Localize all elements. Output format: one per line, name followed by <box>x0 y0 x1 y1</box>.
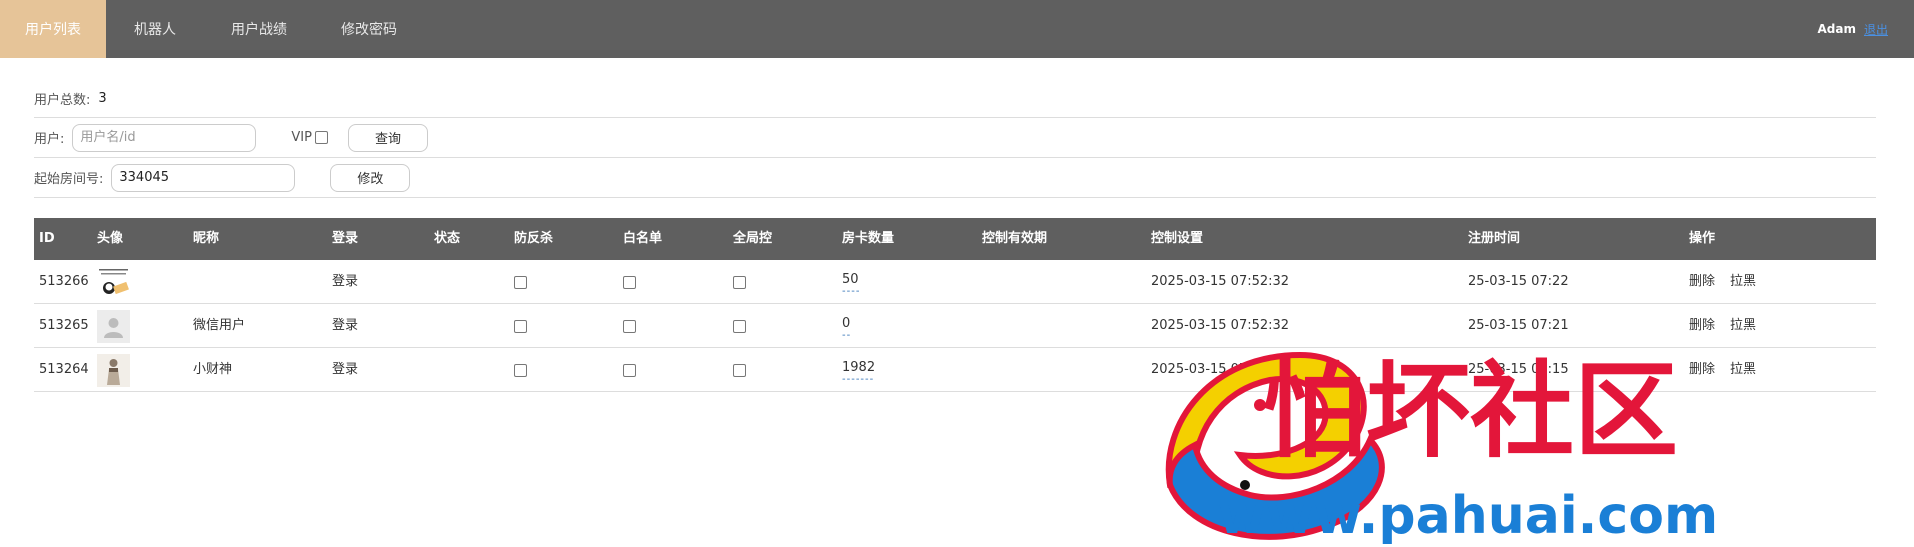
user-table: ID 头像 昵称 登录 状态 防反杀 白名单 全局控 房卡数量 控制有效期 控制… <box>34 218 1876 392</box>
default-user-icon <box>97 310 130 343</box>
avatar <box>97 266 130 299</box>
whitelist-checkbox-cell <box>623 348 636 392</box>
anti-kill-checkbox[interactable] <box>514 275 527 289</box>
avatar <box>97 354 130 387</box>
avatar <box>97 310 130 343</box>
cell-register-time: 25-03-15 07:22 <box>1468 274 1569 289</box>
cell-control-setting: 2025-03-15 07:52:32 <box>1151 362 1290 377</box>
cell-register-time: 25-03-15 07:15 <box>1468 362 1569 377</box>
user-total-value: 3 <box>98 91 107 106</box>
cell-nickname: 微信用户 <box>193 318 246 333</box>
login-link[interactable]: 登录 <box>332 304 358 348</box>
cell-nickname: 小财神 <box>193 362 233 377</box>
room-cards-cell[interactable]: 1982 ------- <box>842 348 875 392</box>
block-link[interactable]: 拉黑 <box>1730 348 1756 392</box>
login-link[interactable]: 登录 <box>332 348 358 392</box>
room-row: 起始房间号: 修改 <box>34 158 1876 198</box>
current-user-name: Adam <box>1817 22 1856 36</box>
table-row: 513266 登录 50 ---- 2025-03-15 07:52:32 25… <box>34 260 1876 304</box>
modify-button[interactable]: 修改 <box>330 163 411 192</box>
col-whitelist: 白名单 <box>623 231 663 246</box>
room-cards-underline: ---- <box>842 286 861 297</box>
query-button[interactable]: 查询 <box>347 123 428 152</box>
whitelist-checkbox[interactable] <box>623 319 636 333</box>
search-row: 用户: VIP 查询 <box>34 118 1876 158</box>
nav-tab-robot[interactable]: 机器人 <box>106 0 204 58</box>
cell-control-setting: 2025-03-15 07:52:32 <box>1151 274 1290 289</box>
global-control-checkbox-cell <box>733 260 746 304</box>
table-row: 513264 小财神 登录 1982 ------- 2025-03-15 07… <box>34 348 1876 392</box>
room-cards-cell[interactable]: 0 -- <box>842 304 851 348</box>
delete-link[interactable]: 删除 <box>1689 304 1715 348</box>
col-control-setting: 控制设置 <box>1151 231 1204 246</box>
anti-kill-checkbox-cell <box>514 304 527 348</box>
block-link[interactable]: 拉黑 <box>1730 304 1756 348</box>
col-avatar: 头像 <box>97 231 124 246</box>
col-anti-kill: 防反杀 <box>514 231 554 246</box>
nav-tab-user-list[interactable]: 用户列表 <box>0 0 106 58</box>
delete-link[interactable]: 删除 <box>1689 260 1715 304</box>
anti-kill-checkbox-cell <box>514 348 527 392</box>
start-room-label: 起始房间号: <box>34 172 104 187</box>
user-total-row: 用户总数: 3 <box>34 80 1876 118</box>
watermark-url: www.pahuai.com <box>1218 486 1718 546</box>
cell-register-time: 25-03-15 07:21 <box>1468 318 1569 333</box>
col-actions: 操作 <box>1689 231 1716 246</box>
anti-kill-checkbox-cell <box>514 260 527 304</box>
global-control-checkbox[interactable] <box>733 275 746 289</box>
login-link[interactable]: 登录 <box>332 260 358 304</box>
col-nickname: 昵称 <box>193 231 220 246</box>
filter-panel: 用户总数: 3 用户: VIP 查询 起始房间号: 修改 <box>34 80 1876 198</box>
vip-checkbox[interactable] <box>314 131 328 144</box>
table-header: ID 头像 昵称 登录 状态 防反杀 白名单 全局控 房卡数量 控制有效期 控制… <box>34 218 1876 260</box>
start-room-input[interactable] <box>111 163 296 192</box>
col-status: 状态 <box>434 231 461 246</box>
global-control-checkbox-cell <box>733 348 746 392</box>
global-control-checkbox[interactable] <box>733 363 746 377</box>
cell-id: 513266 <box>39 274 89 289</box>
col-login: 登录 <box>332 231 359 246</box>
delete-link[interactable]: 删除 <box>1689 348 1715 392</box>
col-id: ID <box>39 231 55 246</box>
room-cards-underline: ------- <box>842 374 875 385</box>
user-search-label: 用户: <box>34 132 65 147</box>
whitelist-checkbox-cell <box>623 260 636 304</box>
col-control-validity: 控制有效期 <box>982 231 1048 246</box>
nav-tab-change-password[interactable]: 修改密码 <box>314 0 424 58</box>
table-row: 513265 微信用户 登录 0 -- 2025-03-15 07:52:32 … <box>34 304 1876 348</box>
col-global-control: 全局控 <box>733 231 773 246</box>
vip-label: VIP <box>291 130 312 145</box>
room-cards-underline: -- <box>842 330 852 341</box>
whitelist-checkbox-cell <box>623 304 636 348</box>
global-control-checkbox-cell <box>733 304 746 348</box>
user-search-input[interactable] <box>72 123 257 152</box>
col-room-cards: 房卡数量 <box>842 231 895 246</box>
cell-id: 513264 <box>39 362 89 377</box>
user-area: Adam 退出 <box>1818 0 1889 58</box>
cell-control-setting: 2025-03-15 07:52:32 <box>1151 318 1290 333</box>
user-total-label: 用户总数: <box>34 93 91 108</box>
whitelist-checkbox[interactable] <box>623 275 636 289</box>
anti-kill-checkbox[interactable] <box>514 319 527 333</box>
cell-id: 513265 <box>39 318 89 333</box>
global-control-checkbox[interactable] <box>733 319 746 333</box>
whitelist-checkbox[interactable] <box>623 363 636 377</box>
logout-link[interactable]: 退出 <box>1864 21 1888 38</box>
col-register-time: 注册时间 <box>1468 231 1521 246</box>
room-cards-cell[interactable]: 50 ---- <box>842 260 860 304</box>
nav-tab-user-record[interactable]: 用户战绩 <box>204 0 314 58</box>
block-link[interactable]: 拉黑 <box>1730 260 1756 304</box>
top-nav-bar: 用户列表 机器人 用户战绩 修改密码 Adam 退出 <box>0 0 1914 58</box>
anti-kill-checkbox[interactable] <box>514 363 527 377</box>
